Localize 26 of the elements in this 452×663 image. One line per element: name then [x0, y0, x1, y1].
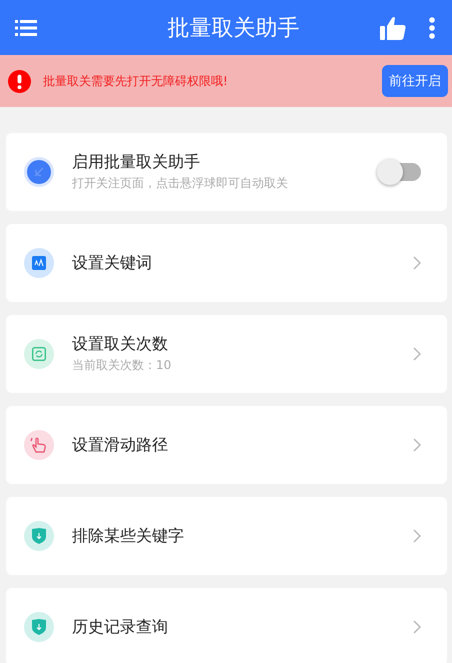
item-title: 设置滑动路径 [72, 434, 169, 456]
settings-card[interactable]: 启用批量取关助手 打开关注页面，点击悬浮球即可自动取关 [6, 133, 447, 211]
chevron-icon [413, 256, 421, 270]
item-subtitle: 当前取关次数：10 [72, 357, 172, 374]
settings-card[interactable]: 排除某些关键字 [6, 497, 447, 575]
menu-icon[interactable] [15, 18, 37, 36]
item-title: 设置取关次数 [72, 334, 169, 355]
settings-card[interactable]: 设置关键词 [6, 224, 447, 302]
settings-card[interactable]: 设置取关次数 当前取关次数：10 [6, 315, 447, 393]
chevron-icon [413, 438, 421, 452]
item-subtitle: 打开关注页面，点击悬浮球即可自动取关 [72, 175, 289, 192]
settings-card[interactable]: 设置滑动路径 [6, 406, 447, 484]
notice-message: 批量取关需要先打开无障碍权限哦! [43, 72, 229, 90]
settings-card[interactable]: 历史记录查询 [6, 588, 447, 663]
item-title: 启用批量取关助手 [72, 152, 201, 173]
warning-icon [8, 70, 31, 92]
item-title: 历史记录查询 [72, 616, 169, 638]
chevron-icon [413, 347, 421, 361]
chevron-icon [413, 529, 421, 543]
item-title: 设置关键词 [72, 252, 153, 274]
chevron-icon [413, 620, 421, 634]
app-title: 批量取关助手 [166, 14, 300, 42]
thumbs-up-icon[interactable] [380, 16, 406, 40]
enable-button[interactable]: 前往开启 [382, 65, 448, 97]
more-icon[interactable] [428, 16, 436, 38]
item-title: 排除某些关键字 [72, 526, 185, 546]
